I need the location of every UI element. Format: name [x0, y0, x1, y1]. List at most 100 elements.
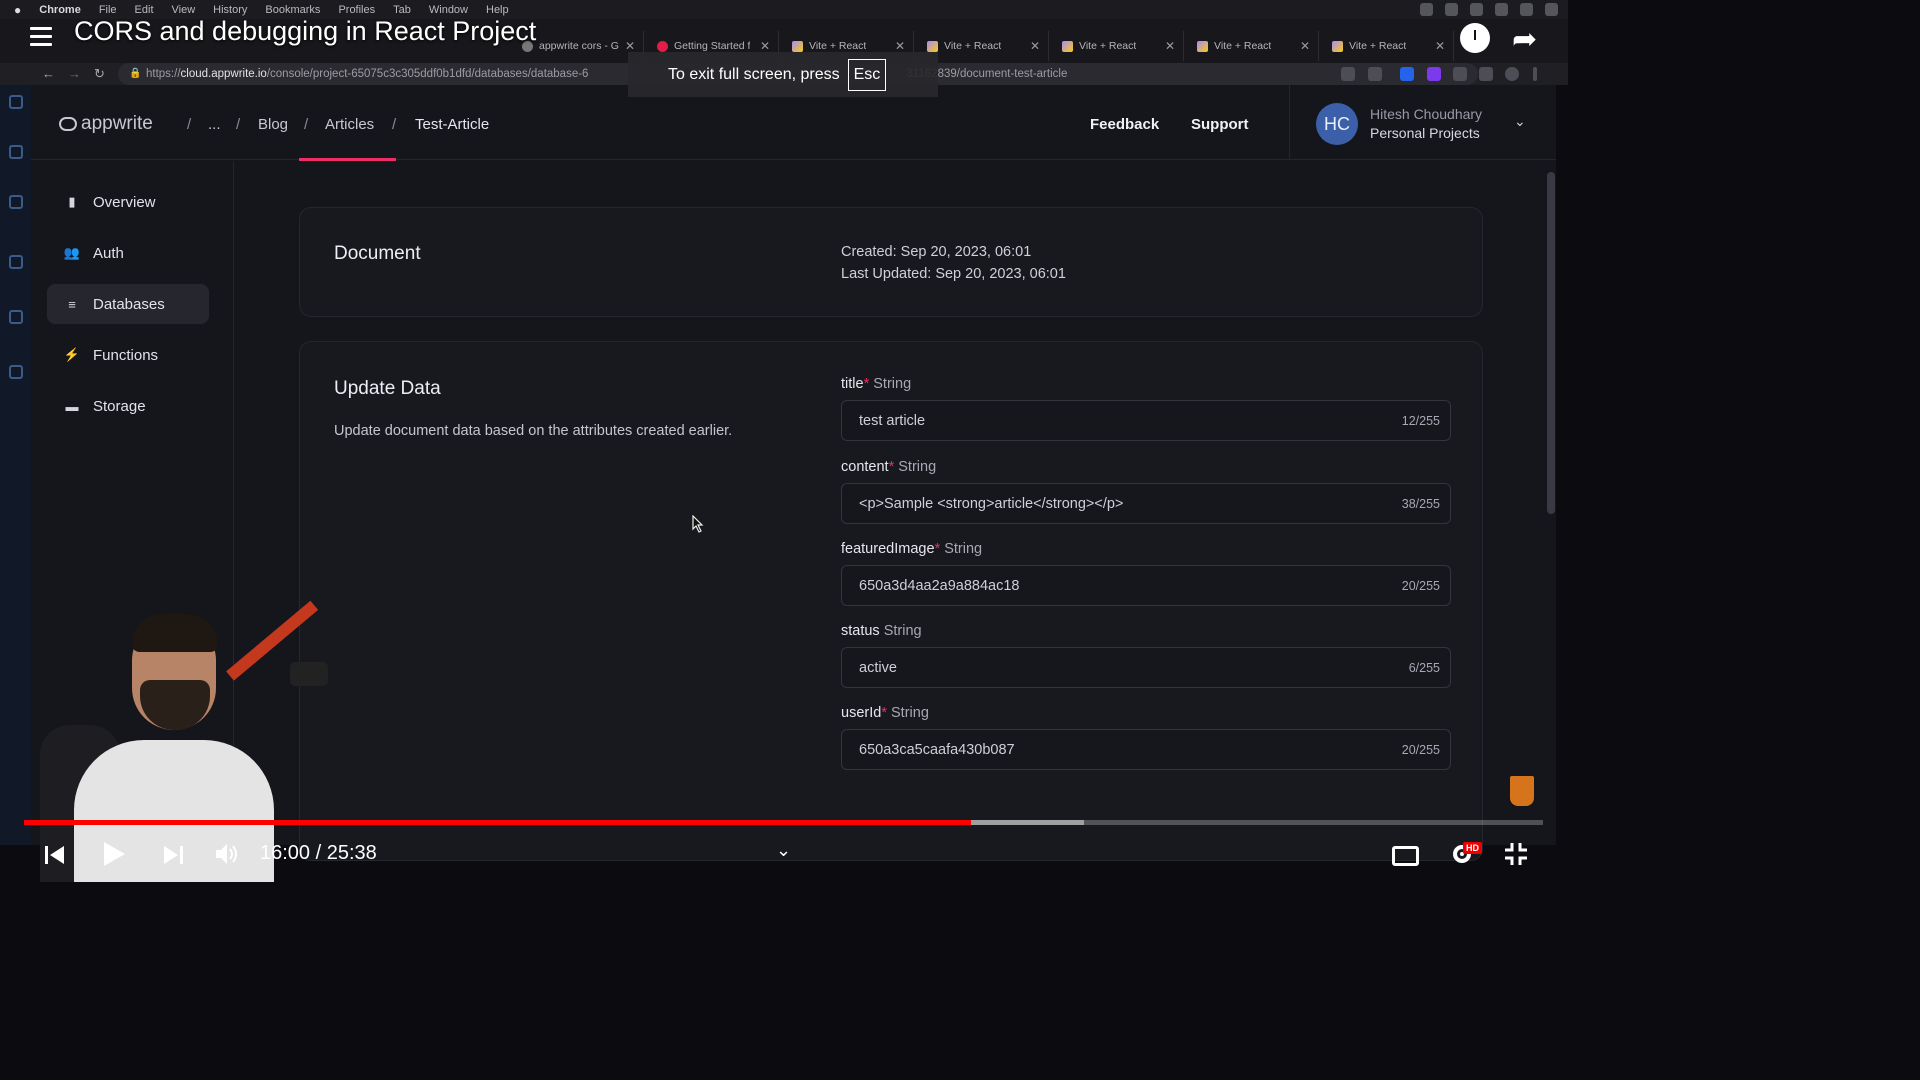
sidebar-item-label: Databases	[93, 295, 165, 313]
char-counter: 20/255	[1401, 579, 1440, 593]
presenter-hair	[132, 614, 218, 652]
close-tab-icon[interactable]: ✕	[895, 39, 905, 53]
breadcrumb-ellipsis[interactable]: ...	[208, 116, 221, 133]
close-tab-icon[interactable]: ✕	[1300, 39, 1310, 53]
browser-tab[interactable]: Vite + React ✕	[1322, 31, 1454, 61]
menu-help[interactable]: Help	[486, 4, 509, 16]
user-id-input[interactable]	[842, 730, 1382, 769]
cup-icon	[1510, 776, 1534, 806]
previous-icon[interactable]	[44, 844, 66, 866]
grid-icon[interactable]	[1445, 3, 1458, 16]
folder-icon: ▬	[65, 398, 79, 414]
browser-tab[interactable]: Vite + React ✕	[1187, 31, 1319, 61]
exit-fullscreen-icon[interactable]	[1504, 842, 1528, 866]
menu-window[interactable]: Window	[429, 4, 468, 16]
sidebar-item-label: Storage	[93, 397, 146, 415]
battery-icon[interactable]	[1520, 3, 1533, 16]
extension-status-icon[interactable]	[1470, 3, 1483, 16]
next-icon[interactable]	[162, 844, 184, 866]
reload-icon[interactable]: ↻	[94, 66, 105, 82]
content-input[interactable]	[842, 484, 1382, 523]
video-title[interactable]: CORS and debugging in React Project	[74, 16, 536, 47]
breadcrumb-blog[interactable]: Blog	[258, 116, 288, 133]
field-type: String	[891, 705, 929, 721]
tab-label: Vite + React	[1079, 40, 1137, 52]
more-menu-icon[interactable]	[1533, 67, 1537, 81]
window-icon[interactable]	[1420, 3, 1433, 16]
playlist-menu-icon[interactable]	[30, 27, 52, 47]
watch-later-icon[interactable]	[1460, 23, 1490, 53]
field-label-title: title* String	[841, 376, 911, 392]
sidebar-item-databases[interactable]: ≡ Databases	[47, 284, 209, 324]
chevron-down-icon[interactable]: ⌄	[776, 840, 791, 861]
sidebar-item-auth[interactable]: 👥 Auth	[47, 233, 209, 273]
menu-file[interactable]: File	[99, 4, 117, 16]
menu-bookmarks[interactable]: Bookmarks	[265, 4, 320, 16]
forward-icon[interactable]: →	[68, 66, 81, 81]
extensions-puzzle-icon[interactable]	[1453, 67, 1467, 81]
update-data-title: Update Data	[334, 378, 441, 399]
profile-icon[interactable]	[1505, 67, 1519, 81]
played-bar	[24, 820, 972, 825]
extension-icon[interactable]	[1400, 67, 1414, 81]
title-input[interactable]	[842, 401, 1382, 440]
close-tab-icon[interactable]: ✕	[625, 39, 635, 53]
title-field[interactable]: 12/255	[841, 400, 1451, 441]
control-center-icon[interactable]	[1545, 3, 1558, 16]
required-marker: *	[863, 376, 870, 392]
wifi-icon[interactable]	[1495, 3, 1508, 16]
field-type: String	[898, 459, 937, 475]
browser-tab[interactable]: Vite + React ✕	[1052, 31, 1184, 61]
status-field[interactable]: 6/255	[841, 647, 1451, 688]
menu-edit[interactable]: Edit	[135, 4, 154, 16]
bookmark-star-icon[interactable]	[1368, 67, 1382, 81]
background-editor-strip	[0, 85, 31, 845]
menu-tab[interactable]: Tab	[393, 4, 411, 16]
sidebar-item-storage[interactable]: ▬ Storage	[47, 386, 209, 426]
menu-view[interactable]: View	[172, 4, 196, 16]
feedback-button[interactable]: Feedback	[1090, 116, 1159, 133]
extension-icon[interactable]	[1427, 67, 1441, 81]
menu-chrome[interactable]: Chrome	[39, 4, 81, 16]
sidebar-item-functions[interactable]: ⚡ Functions	[47, 335, 209, 375]
active-tab-indicator	[299, 158, 396, 161]
menu-profiles[interactable]: Profiles	[338, 4, 375, 16]
git-icon	[9, 195, 23, 209]
breadcrumb-separator: /	[236, 116, 241, 133]
search-icon	[9, 145, 23, 159]
close-tab-icon[interactable]: ✕	[1030, 39, 1040, 53]
user-name: Hitesh Choudhary	[1370, 106, 1483, 122]
volume-icon[interactable]	[214, 842, 240, 866]
tab-label: Getting Started f	[674, 40, 751, 52]
database-icon: ≡	[68, 296, 76, 312]
featured-image-field[interactable]: 20/255	[841, 565, 1451, 606]
subtitles-icon[interactable]	[1392, 846, 1419, 866]
chevron-down-icon[interactable]: ⌄	[1514, 113, 1526, 130]
organization-name: Personal Projects	[1370, 125, 1480, 141]
breadcrumb-test-article: Test-Article	[415, 116, 490, 133]
user-menu[interactable]: HC Hitesh Choudhary Personal Projects ⌄	[1289, 85, 1556, 160]
play-icon[interactable]	[101, 840, 127, 868]
page-scrollbar[interactable]	[1547, 172, 1555, 514]
back-icon[interactable]: ←	[42, 66, 55, 81]
video-progress-bar[interactable]	[24, 820, 1543, 825]
breadcrumb-articles[interactable]: Articles	[325, 116, 374, 133]
appwrite-logo[interactable]: appwrite	[59, 113, 153, 135]
sidebar-item-label: Overview	[93, 193, 156, 211]
apple-icon[interactable]: ●	[14, 3, 21, 17]
share-page-icon[interactable]	[1341, 67, 1355, 81]
sidebar-item-overview[interactable]: ▮ Overview	[47, 182, 209, 222]
close-tab-icon[interactable]: ✕	[1165, 39, 1175, 53]
share-icon[interactable]: ➦	[1512, 22, 1537, 57]
side-panel-icon[interactable]	[1479, 67, 1493, 81]
close-tab-icon[interactable]: ✕	[1435, 39, 1445, 53]
featured-image-input[interactable]	[842, 566, 1382, 605]
close-tab-icon[interactable]: ✕	[760, 39, 770, 53]
user-id-field[interactable]: 20/255	[841, 729, 1451, 770]
menu-history[interactable]: History	[213, 4, 247, 16]
vite-icon	[1062, 40, 1073, 52]
content-field[interactable]: 38/255	[841, 483, 1451, 524]
status-input[interactable]	[842, 648, 1382, 687]
users-icon: 👥	[63, 245, 81, 260]
support-button[interactable]: Support	[1191, 116, 1249, 133]
